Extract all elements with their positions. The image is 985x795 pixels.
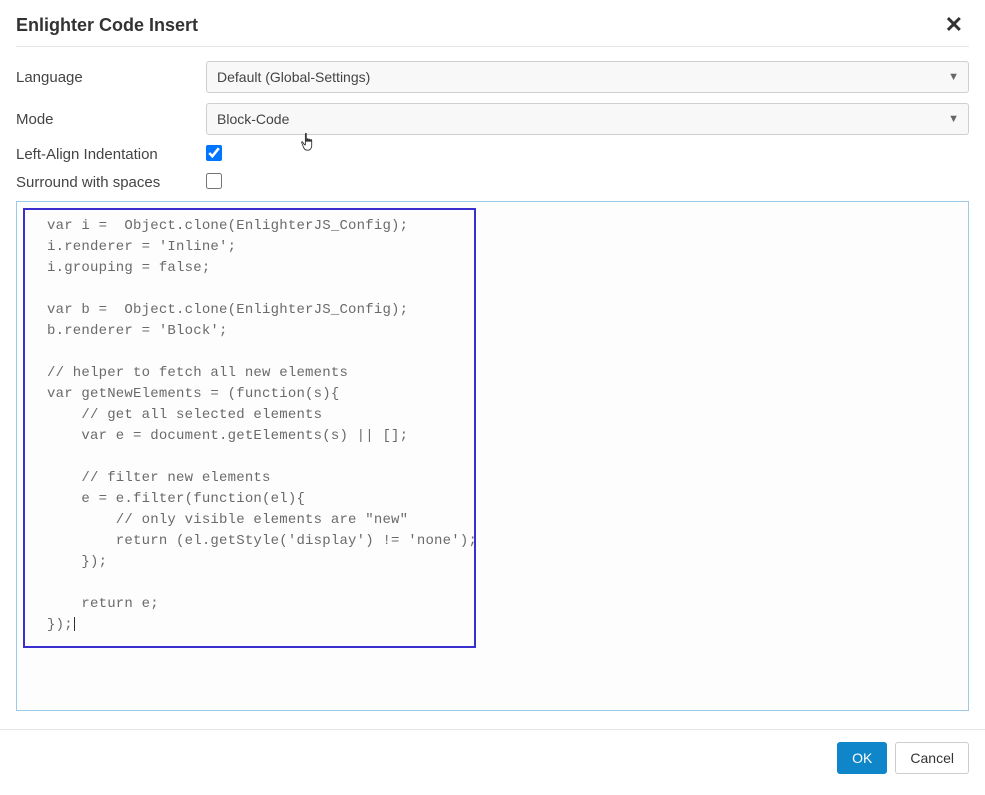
dialog-header: Enlighter Code Insert ✕ bbox=[16, 12, 969, 47]
code-text: var i = Object.clone(EnlighterJS_Config)… bbox=[47, 218, 477, 633]
cancel-button[interactable]: Cancel bbox=[895, 742, 969, 774]
mode-select-wrap: Block-Code ▼ bbox=[206, 103, 969, 135]
left-align-checkbox[interactable] bbox=[206, 145, 222, 161]
mode-label: Mode bbox=[16, 111, 206, 128]
row-language: Language Default (Global-Settings) ▼ bbox=[16, 61, 969, 93]
row-mode: Mode Block-Code ▼ bbox=[16, 103, 969, 135]
surround-checkbox[interactable] bbox=[206, 173, 222, 189]
row-left-align: Left-Align Indentation bbox=[16, 145, 969, 163]
row-surround: Surround with spaces bbox=[16, 173, 969, 191]
surround-checkbox-wrap bbox=[206, 173, 224, 191]
left-align-checkbox-wrap bbox=[206, 145, 224, 163]
close-icon[interactable]: ✕ bbox=[939, 12, 969, 38]
dialog-footer: OK Cancel bbox=[0, 729, 985, 786]
language-select-wrap: Default (Global-Settings) ▼ bbox=[206, 61, 969, 93]
left-align-label: Left-Align Indentation bbox=[16, 146, 206, 163]
ok-button[interactable]: OK bbox=[837, 742, 887, 774]
mode-select[interactable]: Block-Code bbox=[206, 103, 969, 135]
language-select[interactable]: Default (Global-Settings) bbox=[206, 61, 969, 93]
dialog-title: Enlighter Code Insert bbox=[16, 15, 198, 36]
surround-label: Surround with spaces bbox=[16, 174, 206, 191]
text-cursor bbox=[74, 617, 75, 631]
code-selection: var i = Object.clone(EnlighterJS_Config)… bbox=[23, 208, 476, 648]
code-editor[interactable]: var i = Object.clone(EnlighterJS_Config)… bbox=[16, 201, 969, 711]
language-label: Language bbox=[16, 69, 206, 86]
dialog: Enlighter Code Insert ✕ Language Default… bbox=[0, 0, 985, 711]
